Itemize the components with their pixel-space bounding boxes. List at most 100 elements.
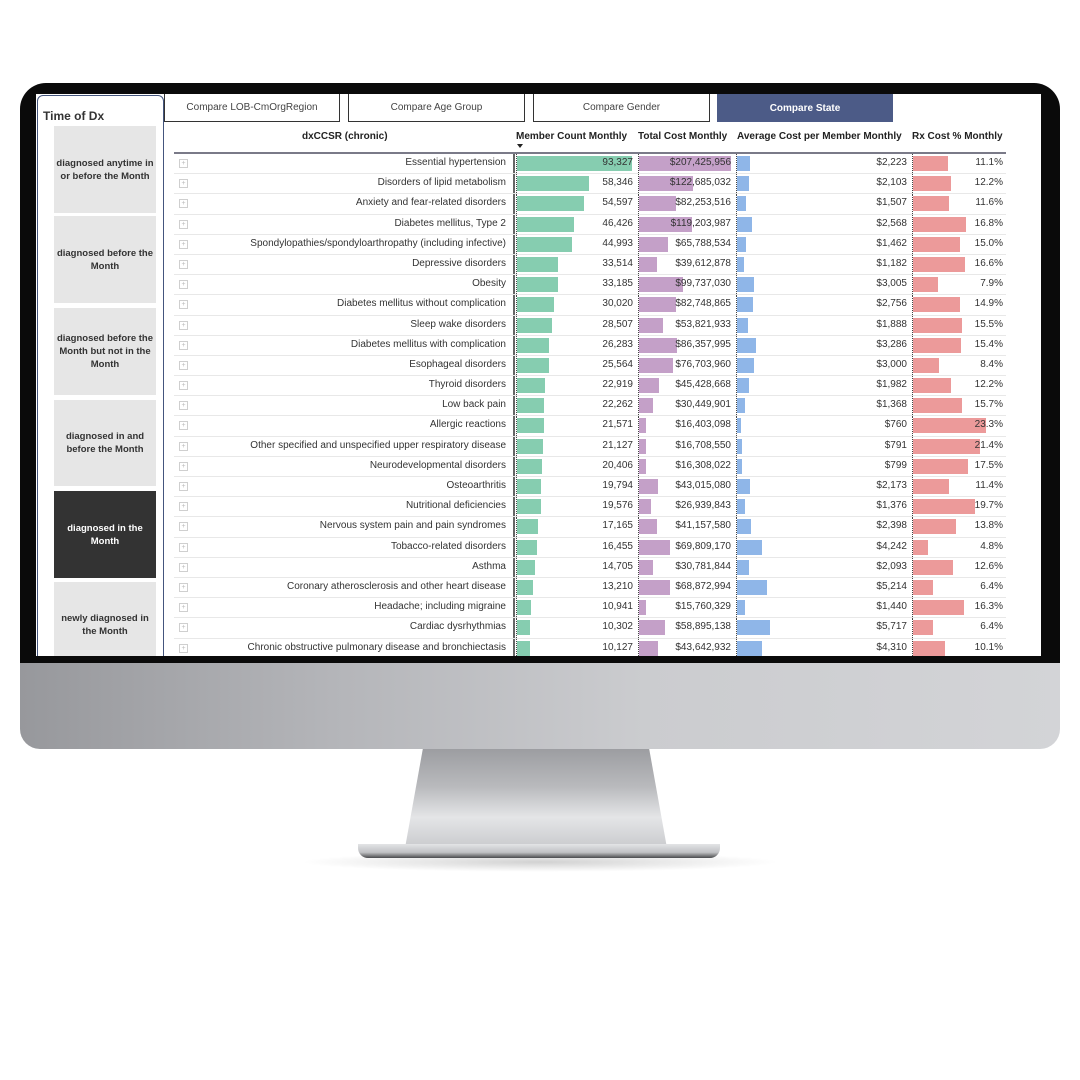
total-cost-bar [639,559,653,575]
table-row[interactable]: + Nutritional deficiencies 19,576 $26,939,8… [174,497,1006,518]
rx-cost-pct-value: 10.1% [974,641,1003,653]
slicer-item[interactable]: diagnosed in and before the Month [54,400,156,486]
table-row[interactable]: + Headache; including migraine 10,941 $15,7… [174,598,1006,619]
column-header-member-count[interactable]: Member Count Monthly [516,131,627,142]
avg-cost-cell: $2,568 [736,214,910,234]
table-row[interactable]: + Essential hypertension 93,327 $207,425,95… [174,154,1006,175]
table-row[interactable]: + Allergic reactions 21,571 $16,403,098 $760… [174,416,1006,437]
expand-icon[interactable]: + [179,300,188,310]
table-row[interactable]: + Asthma 14,705 $30,781,844 $2,093 12.6% [174,557,1006,578]
expand-icon[interactable]: + [179,441,188,451]
expand-icon[interactable]: + [179,239,188,249]
member-count-value: 10,127 [602,641,633,653]
expand-icon[interactable]: + [179,159,188,168]
column-divider [513,174,515,194]
table-row[interactable]: + Disorders of lipid metabolism 58,346 $122… [174,174,1006,195]
table-row[interactable]: + Spondylopathies/spondyloarthropathy (in… [174,234,1006,255]
avg-cost-value: $5,214 [876,580,907,592]
expand-icon[interactable]: + [179,643,188,653]
total-cost-bar [639,236,669,252]
expand-icon[interactable]: + [179,280,188,290]
expand-icon[interactable]: + [179,381,188,391]
table-row[interactable]: + Sleep wake disorders 28,507 $53,821,933 $1… [174,315,1006,336]
expand-icon[interactable]: + [179,421,188,431]
column-divider [513,355,515,376]
slicer-item[interactable]: newly diagnosed in the Month [54,582,156,656]
total-cost-cell: $16,308,022 [638,456,734,476]
column-divider [513,436,515,456]
total-cost-value: $26,939,843 [675,500,731,512]
total-cost-value: $41,157,580 [675,520,731,532]
column-header-rx-cost[interactable]: Rx Cost % Monthly [912,131,1003,142]
total-cost-cell: $65,788,534 [638,234,734,254]
table-row[interactable]: + Other specified and unspecified upper r… [174,436,1006,457]
column-divider [513,497,515,517]
member-count-bar [517,357,549,373]
expand-icon[interactable]: + [179,502,188,512]
table-row[interactable]: + Anxiety and fear-related disorders 54,59… [174,194,1006,215]
slicer-item[interactable]: diagnosed anytime in or before the Month [54,126,156,213]
column-header-avg-cost[interactable]: Average Cost per Member Monthly [737,131,902,142]
column-divider [513,335,515,355]
tab-compare-age-group[interactable]: Compare Age Group [348,94,525,122]
table-row[interactable]: + Low back pain 22,262 $30,449,901 $1,368 15.… [174,396,1006,417]
table-row[interactable]: + Diabetes mellitus, Type 2 46,426 $119,203… [174,214,1006,235]
table-row[interactable]: + Cardiac dysrhythmias 10,302 $58,895,138 $5… [174,618,1006,639]
expand-icon[interactable]: + [179,340,188,350]
table-row[interactable]: + Chronic obstructive pulmonary disease a… [174,638,1006,656]
table-row[interactable]: + Diabetes mellitus without complication 3… [174,295,1006,316]
sort-descending-icon [517,144,523,148]
table-row[interactable]: + Osteoarthritis 19,794 $43,015,080 $2,173 11… [174,477,1006,498]
slicer-item[interactable]: diagnosed before the Month but not in th… [54,308,156,395]
expand-icon[interactable]: + [179,179,188,189]
rx-cost-pct-cell: 6.4% [912,577,1006,598]
total-cost-cell: $99,737,030 [638,275,734,295]
slicer-item[interactable]: diagnosed before the Month [54,216,156,303]
expand-icon[interactable]: + [179,320,188,330]
total-cost-cell: $39,612,878 [638,254,734,275]
table-row[interactable]: + Neurodevelopmental disorders 20,406 $16,3… [174,456,1006,477]
member-count-cell: 19,576 [516,497,636,517]
table-row[interactable]: + Thyroid disorders 22,919 $45,428,668 $1,98… [174,376,1006,397]
expand-icon[interactable]: + [179,582,188,592]
table-row[interactable]: + Coronary atherosclerosis and other hear… [174,577,1006,599]
avg-cost-value: $799 [884,459,907,471]
column-header-dxccsr[interactable]: dxCCSR (chronic) [302,131,388,142]
table-row[interactable]: + Nervous system pain and pain syndromes 1… [174,517,1006,538]
tab-compare-lob[interactable]: Compare LOB-CmOrgRegion [164,94,340,122]
expand-icon[interactable]: + [179,461,188,471]
table-row[interactable]: + Diabetes mellitus with complication 26,2… [174,335,1006,356]
tab-compare-state[interactable]: Compare State [717,94,893,122]
avg-cost-cell: $5,214 [736,577,910,598]
expand-icon[interactable]: + [179,259,188,269]
expand-icon[interactable]: + [179,562,188,572]
rx-cost-pct-bar [913,479,949,494]
slicer-item[interactable]: diagnosed in the Month [54,491,156,578]
rx-cost-pct-bar [913,640,945,656]
expand-icon[interactable]: + [179,360,188,370]
member-count-cell: 28,507 [516,315,636,335]
expand-icon[interactable]: + [179,623,188,633]
table-row[interactable]: + Tobacco-related disorders 16,455 $69,809,… [174,537,1006,558]
total-cost-cell: $53,821,933 [638,315,734,335]
member-count-bar [517,499,542,515]
avg-cost-cell: $2,756 [736,295,910,315]
total-cost-value: $15,760,329 [675,601,731,613]
expand-icon[interactable]: + [179,219,188,229]
avg-cost-bar [737,317,748,333]
tab-compare-gender[interactable]: Compare Gender [533,94,710,122]
expand-icon[interactable]: + [179,603,188,613]
member-count-value: 22,919 [602,379,633,391]
table-row[interactable]: + Depressive disorders 33,514 $39,612,878 $1… [174,254,1006,276]
avg-cost-value: $1,440 [876,601,907,613]
table-row[interactable]: + Esophageal disorders 25,564 $76,703,960 $3… [174,355,1006,377]
expand-icon[interactable]: + [179,401,188,411]
rx-cost-pct-cell: 12.2% [912,376,1006,396]
expand-icon[interactable]: + [179,482,188,491]
expand-icon[interactable]: + [179,522,188,532]
column-header-total-cost[interactable]: Total Cost Monthly [638,131,727,142]
rx-cost-pct-bar [913,620,934,636]
table-row[interactable]: + Obesity 33,185 $99,737,030 $3,005 7.9% [174,275,1006,296]
expand-icon[interactable]: + [179,542,188,552]
expand-icon[interactable]: + [179,199,188,209]
